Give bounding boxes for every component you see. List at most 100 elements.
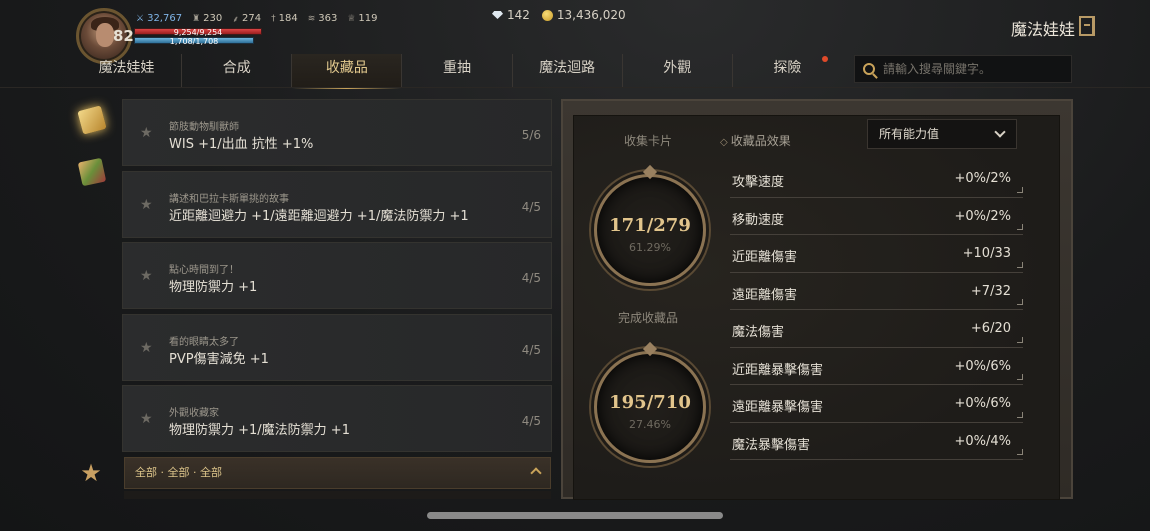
tab-magic-circuit[interactable]: 魔法迴路	[513, 54, 623, 87]
corner-mark-icon	[1017, 374, 1023, 380]
list-item[interactable]: ★ 講述和巴拉卡斯單挑的故事 近距離迴避力 +1/遠距離迴避力 +1/魔法防禦力…	[122, 171, 552, 238]
corner-mark-icon	[1017, 336, 1023, 343]
filter-shadow	[124, 491, 551, 499]
trophy-icon: ♕	[347, 13, 356, 24]
collection-progress: 4/5	[521, 271, 541, 285]
effect-value: +0%/4%	[954, 433, 1011, 449]
collection-progress: 4/5	[521, 414, 541, 428]
stat-wing: ≋ 363	[308, 12, 338, 25]
search-input[interactable]	[883, 62, 1053, 76]
tab-synthesis[interactable]: 合成	[182, 54, 293, 87]
tab-appearance[interactable]: 外觀	[623, 54, 733, 87]
stat-value: 184	[278, 13, 298, 24]
favorite-star-icon[interactable]: ★	[140, 411, 153, 427]
list-item[interactable]: ★ 節肢動物馴獸師 WIS +1/出血 抗性 +1% 5/6	[122, 99, 552, 166]
diamond-bullet-icon: ◇	[720, 137, 728, 148]
corner-mark-icon	[1017, 224, 1023, 230]
tab-collection[interactable]: 收藏品	[292, 54, 403, 89]
chevron-up-icon	[530, 467, 542, 479]
tab-label: 重抽	[442, 60, 471, 76]
collection-progress: 4/5	[521, 200, 541, 214]
corner-mark-icon	[1017, 261, 1023, 268]
tab-label: 合成	[222, 60, 251, 76]
list-item[interactable]: ★ 點心時間到了！ 物理防禦力 +1 4/5	[122, 242, 552, 309]
collection-progress: 5/6	[521, 128, 541, 142]
collection-progress: 4/5	[521, 343, 541, 357]
wing-icon: ≋	[307, 13, 316, 24]
collection-effect: PVP傷害減免 +1	[169, 352, 269, 367]
currency-display: 142 13,436,020	[492, 8, 626, 22]
tab-magic-doll[interactable]: 魔法娃娃	[72, 54, 183, 87]
stat-dagger: † 184	[271, 12, 298, 25]
collection-name: 看的眼睛太多了	[169, 337, 239, 348]
header-divider	[0, 87, 1150, 88]
effect-value: +0%/2%	[954, 208, 1011, 224]
effects-title-text: 收藏品效果	[730, 134, 791, 148]
effect-value: +0%/6%	[954, 358, 1011, 374]
gold-amount: 13,436,020	[556, 8, 626, 22]
completed-progress-ring: 195/710 27.46%	[594, 341, 706, 463]
diamond-icon	[492, 11, 503, 19]
completed-label: 完成收藏品	[617, 311, 678, 325]
stat-value: 230	[203, 13, 223, 24]
effect-name: 遠距離傷害	[732, 287, 798, 303]
collection-effect: 近距離迴避力 +1/遠距離迴避力 +1/魔法防禦力 +1	[169, 209, 469, 224]
favorite-star-icon[interactable]: ★	[140, 125, 153, 141]
favorites-star-icon[interactable]: ★	[79, 461, 103, 485]
effect-name: 近距離暴擊傷害	[732, 362, 824, 378]
defense-icon: ♜	[192, 13, 201, 24]
corner-mark-icon	[1017, 186, 1023, 193]
effect-row: 魔法暴擊傷害 +0%/4%	[730, 423, 1023, 460]
mp-bar: 1,708/1,708	[134, 37, 254, 46]
search-box[interactable]	[854, 55, 1072, 83]
stat-attack-power: ⚔ 32,767	[136, 12, 182, 25]
favorite-star-icon[interactable]: ★	[140, 268, 153, 284]
player-stats: ⚔ 32,767 ♜ 230 ⸙ 274 † 184 ≋ 363 ♕ 119	[136, 12, 378, 25]
effect-row: 移動速度 +0%/2%	[730, 198, 1023, 235]
card-collection-icon[interactable]	[77, 157, 107, 187]
effect-row: 近距離暴擊傷害 +0%/6%	[730, 348, 1023, 385]
chevron-down-icon	[994, 126, 1006, 138]
stat-value: 119	[358, 13, 378, 24]
effect-row: 遠距離暴擊傷害 +0%/6%	[730, 385, 1023, 423]
gold-currency: 13,436,020	[541, 8, 626, 22]
stat-value: 363	[318, 13, 338, 24]
effect-name: 遠距離暴擊傷害	[732, 400, 824, 415]
portrait-face	[96, 23, 114, 47]
effect-row: 近距離傷害 +10/33	[730, 235, 1023, 273]
list-item[interactable]: ★ 看的眼睛太多了 PVP傷害減免 +1 4/5	[122, 314, 552, 381]
effects-title: ◇ 收藏品效果	[720, 132, 791, 149]
tab-label: 探險	[773, 60, 802, 76]
tab-label: 外觀	[663, 60, 692, 76]
tab-adventure[interactable]: 探險	[733, 54, 842, 87]
effects-list[interactable]: 攻擊速度 +0%/2% 移動速度 +0%/2% 近距離傷害 +10/33 遠距離…	[730, 160, 1023, 472]
effect-value: +0%/2%	[954, 171, 1011, 186]
exit-icon[interactable]	[1079, 16, 1095, 36]
feather-icon: ⸙	[232, 15, 240, 25]
home-indicator[interactable]	[427, 512, 723, 519]
search-icon	[863, 63, 875, 75]
collection-name: 講述和巴拉卡斯單挑的故事	[169, 194, 289, 205]
stat-value: 32,767	[147, 13, 183, 24]
corner-mark-icon	[1017, 411, 1023, 418]
tab-label: 魔法娃娃	[98, 60, 155, 76]
filter-bar[interactable]: 全部 · 全部 · 全部	[124, 457, 551, 489]
select-value: 所有能力值	[879, 127, 940, 141]
cards-label: 收集卡片	[623, 134, 672, 148]
effect-value: +0%/6%	[954, 396, 1011, 411]
effect-value: +7/32	[970, 283, 1011, 299]
gold-coin-icon	[541, 9, 553, 21]
diamond-currency: 142	[492, 8, 530, 22]
stat-filter-select[interactable]: 所有能力值	[867, 119, 1017, 149]
main-tabs: 魔法娃娃 合成 收藏品 重抽 魔法迴路 外觀 探險	[72, 54, 842, 89]
effect-name: 攻擊速度	[732, 175, 785, 190]
tab-reroll[interactable]: 重抽	[402, 54, 513, 87]
stat-value: 274	[242, 13, 262, 24]
effect-value: +10/33	[962, 246, 1011, 261]
attack-power-icon: ⚔	[136, 13, 145, 24]
effect-name: 魔法暴擊傷害	[732, 437, 811, 453]
favorite-star-icon[interactable]: ★	[140, 340, 153, 356]
list-item[interactable]: ★ 外觀收藏家 物理防禦力 +1/魔法防禦力 +1 4/5	[122, 385, 552, 452]
effect-row: 遠距離傷害 +7/32	[730, 273, 1023, 310]
favorite-star-icon[interactable]: ★	[140, 197, 153, 213]
